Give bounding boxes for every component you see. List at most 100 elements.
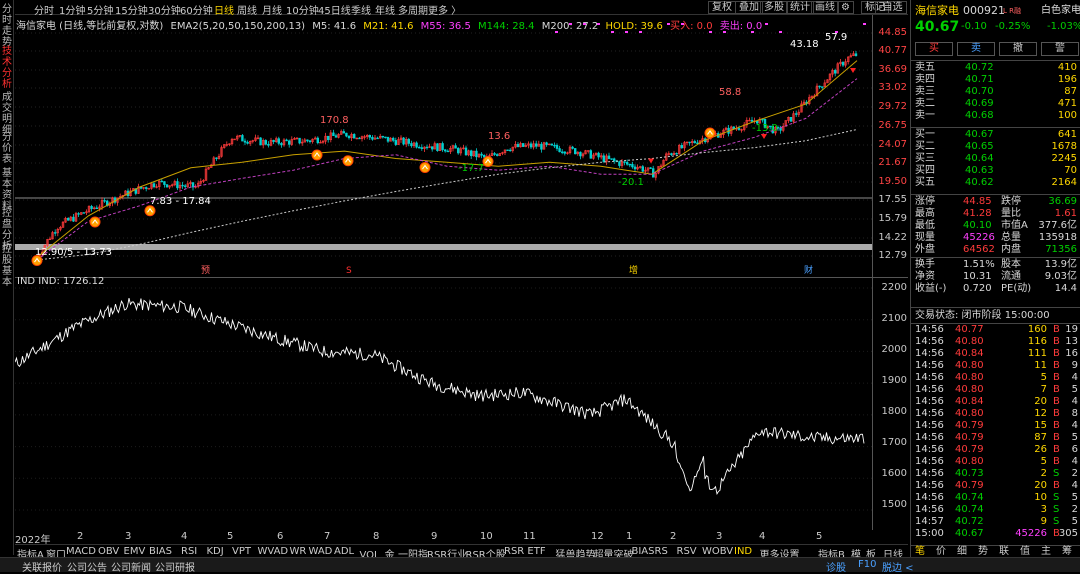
tool-4[interactable]: 画线 <box>811 1 839 14</box>
tick-side: B <box>1053 348 1060 359</box>
tick-tab-3[interactable]: 势 <box>978 546 988 558</box>
left-tab-0[interactable]: 分时走势 <box>1 4 13 48</box>
ind-tab-9[interactable]: WVAD <box>258 546 289 557</box>
candle <box>64 216 67 223</box>
tool-3[interactable]: 统计 <box>786 1 814 14</box>
tick-count: 6 <box>1071 444 1078 455</box>
candle <box>407 137 410 147</box>
sell-button[interactable]: 卖 <box>957 42 995 56</box>
candle <box>599 153 603 160</box>
ind-tab-21[interactable]: RSV <box>677 546 697 557</box>
tick-tab-1[interactable]: 价 <box>936 546 946 558</box>
cancel-button[interactable]: 撤 <box>999 42 1037 56</box>
tick-time: 14:56 <box>915 456 944 467</box>
candle <box>646 167 650 174</box>
candle <box>618 160 621 168</box>
tool-2[interactable]: 多股 <box>760 1 788 14</box>
ind-tab-10[interactable]: WR <box>290 546 307 557</box>
tick-tab-4[interactable]: 联 <box>999 546 1009 558</box>
candle <box>802 99 806 105</box>
trade-status: 交易状态: 闭市阶段 15:00:00 <box>911 310 1080 322</box>
ask-label: 卖二 <box>915 98 935 109</box>
tick-count: 4 <box>1071 396 1078 407</box>
tick-price: 40.74 <box>955 504 984 515</box>
ind-tab-22[interactable]: WOBV <box>702 546 733 557</box>
left-tab-2[interactable]: 成交明细 <box>1 92 13 136</box>
buy-button[interactable]: 买 <box>915 42 953 56</box>
tick-count: 2 <box>1071 468 1078 479</box>
candle <box>85 209 88 216</box>
candle <box>352 133 356 139</box>
indicator-chart[interactable] <box>15 278 872 530</box>
alert-button[interactable]: 警 <box>1041 42 1079 56</box>
tick-row: 14:56 40.80 5 B 4 <box>911 372 1080 384</box>
ind-tab-20[interactable]: BIASRS <box>632 546 668 557</box>
ind-tab-11[interactable]: WAD <box>309 546 333 557</box>
candle <box>394 137 397 147</box>
left-tab-6[interactable]: 控股基本 <box>1 244 13 288</box>
candle <box>625 159 629 166</box>
tool-1[interactable]: 叠加 <box>735 1 763 14</box>
tick-price: 40.84 <box>955 348 984 359</box>
bottom-right-1[interactable]: F10 <box>858 559 876 570</box>
date-label-7: 8 <box>373 531 380 542</box>
left-tab-1[interactable]: 技术分析 <box>1 46 13 90</box>
tick-price: 40.80 <box>955 336 984 347</box>
tool-5[interactable]: ⚙ <box>837 1 854 14</box>
tick-tab-2[interactable]: 细 <box>957 546 967 558</box>
ind-tab-23[interactable]: IND <box>734 546 752 557</box>
tick-row: 14:56 40.74 10 S 5 <box>911 492 1080 504</box>
candle <box>150 183 153 190</box>
price-chart[interactable]: 43.18 57.9 170.8 13.6 58.8 -13.0 -17.7 -20.1 7.8… <box>15 15 872 277</box>
ind-tab-8[interactable]: VPT <box>232 546 251 557</box>
candle <box>750 116 754 122</box>
candle <box>280 142 283 148</box>
ind-tick-0: 2200 <box>881 282 907 293</box>
annotation-3: 13.6 <box>488 131 510 142</box>
candle <box>490 150 494 157</box>
stat-row: 涨停 44.85 跌停 36.69 <box>911 196 1080 208</box>
candle <box>61 221 65 228</box>
ind-tab-3[interactable]: OBV <box>98 546 119 557</box>
stat-value: 1.51% <box>963 259 995 270</box>
buy-signal-icon <box>342 155 354 167</box>
ask-row: 卖四 40.71 196 <box>911 74 1080 86</box>
tick-tab-0[interactable]: 笔 <box>915 546 925 558</box>
ask-label: 卖一 <box>915 110 935 121</box>
bid-row: 买四 40.63 70 <box>911 165 1080 177</box>
tick-tab-5[interactable]: 值 <box>1020 546 1030 558</box>
candle <box>449 145 452 155</box>
tick-row: 14:56 40.74 3 S 2 <box>911 504 1080 516</box>
ind-tick-4: 1800 <box>881 406 907 417</box>
candle <box>313 136 317 140</box>
tick-count: 8 <box>1071 408 1078 419</box>
tool-7[interactable]: -自选 <box>875 1 907 14</box>
ask-price: 40.70 <box>965 86 994 97</box>
ind-tab-6[interactable]: RSI <box>181 546 197 557</box>
candle <box>589 149 593 159</box>
ind-tab-2[interactable]: MACD <box>66 546 96 557</box>
tick-time: 15:00 <box>915 528 944 539</box>
candle <box>789 117 793 122</box>
ind-tab-7[interactable]: KDJ <box>207 546 224 557</box>
ind-tab-4[interactable]: EMV <box>124 546 146 557</box>
left-tab-4[interactable]: 基本资料 <box>1 168 13 212</box>
candle <box>662 159 665 167</box>
tick-tab-7[interactable]: 筹 <box>1062 546 1072 558</box>
stat-label: 现量 <box>915 232 935 243</box>
price-tick-4: 29.72 <box>878 101 907 112</box>
stat-value: 10.31 <box>963 271 992 282</box>
tick-price: 40.80 <box>955 456 984 467</box>
tick-price: 40.80 <box>955 360 984 371</box>
left-tab-3[interactable]: 分价表 <box>1 132 13 165</box>
ind-tab-5[interactable]: BIAS <box>149 546 172 557</box>
candle <box>586 150 590 154</box>
tick-tab-6[interactable]: 主 <box>1041 546 1051 558</box>
candle <box>579 151 582 160</box>
ind-tab-12[interactable]: ADL <box>334 546 354 557</box>
ind-tab-17[interactable]: RSR ETF <box>504 546 546 557</box>
stat-label: 外盘 <box>915 244 935 255</box>
candle <box>794 110 798 118</box>
tool-0[interactable]: 复权 <box>708 1 736 14</box>
candle <box>534 140 538 149</box>
